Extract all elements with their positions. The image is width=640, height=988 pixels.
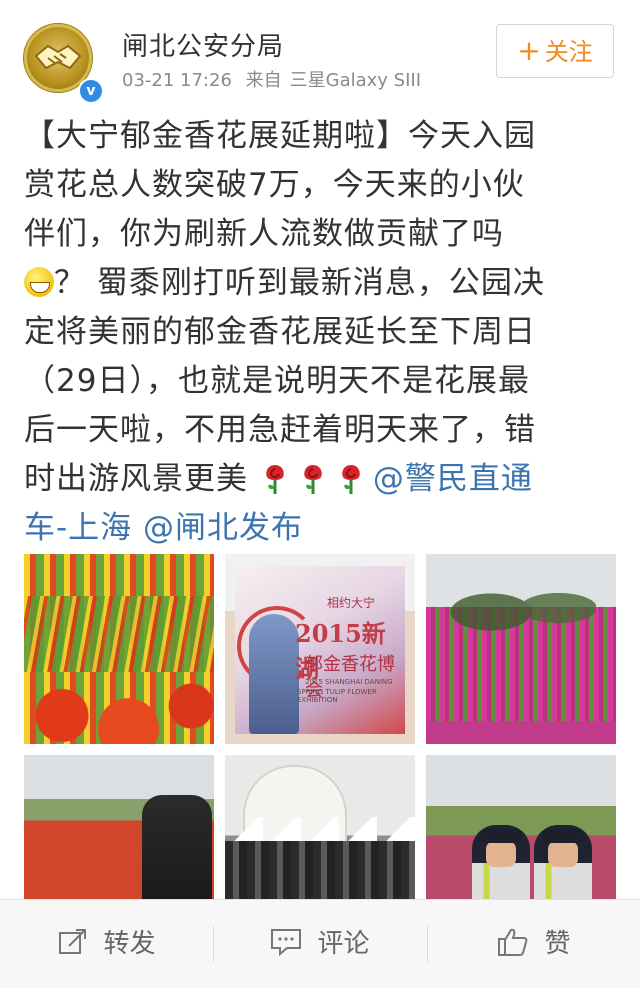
text-line: 后一天啦，不用急赶着明天来了，错 <box>24 412 536 448</box>
face <box>486 841 516 867</box>
repost-label: 转发 <box>103 929 156 959</box>
photo-thumbnail[interactable] <box>426 755 616 901</box>
action-bar: 转发 评论 赞 <box>0 899 640 988</box>
text-line: 车-上海 @闸北发布 <box>24 504 616 553</box>
repost-icon <box>59 929 87 954</box>
text-line: 伴们，你为刷新人流数做贡献了吗 <box>24 216 504 252</box>
poster-image: 相约大宁 2015新湖 郁金香花博会 2015 SHANGHAI DANING … <box>235 566 405 734</box>
verified-icon: v <box>78 78 104 104</box>
rose-icon <box>304 465 322 494</box>
poster-text: SPRING TULIP FLOWER EXHIBITION <box>297 688 377 704</box>
photo-thumbnail[interactable]: 相约大宁 2015新湖 郁金香花博会 2015 SHANGHAI DANING … <box>225 554 415 744</box>
cap <box>543 829 583 843</box>
photo-thumbnail[interactable] <box>426 554 616 744</box>
post-text: 【大宁郁金香花展延期啦】今天入园 赏花总人数突破7万，今天来的小伙 伴们，你为刷… <box>24 112 616 553</box>
text-line: 赏花总人数突破7万，今天来的小伙 <box>24 167 525 203</box>
smile-emoji-icon <box>24 267 54 297</box>
repost-button[interactable]: 转发 <box>0 900 213 988</box>
user-name[interactable]: 闸北公安分局 <box>122 26 284 63</box>
crowd <box>225 841 415 901</box>
post-header: v 闸北公安分局 03-21 17:26 来自 三星Galaxy SIII + 关注 <box>0 0 640 110</box>
text-line-part: 时出游风景更美 <box>24 461 248 497</box>
plus-icon: + <box>517 34 541 67</box>
text-line: （29日），也就是说明天不是花展最 <box>24 363 530 399</box>
photo-thumbnail[interactable] <box>24 755 214 901</box>
comment-label: 评论 <box>317 929 370 959</box>
comment-icon <box>271 929 302 957</box>
photo-thumbnail[interactable] <box>24 554 214 744</box>
poster-text: 2015 SHANGHAI DANING <box>305 678 393 686</box>
mention-link[interactable]: @闸北发布 <box>143 510 303 546</box>
cap <box>481 829 521 843</box>
text-line: 时出游风景更美 @警民直通 <box>24 455 616 504</box>
like-icon <box>498 928 528 956</box>
follow-button[interactable]: + 关注 <box>496 24 614 78</box>
vest <box>534 863 592 901</box>
mention-link[interactable]: @警民直通 <box>373 461 533 497</box>
like-button[interactable]: 赞 <box>427 900 640 988</box>
text-line: 【大宁郁金香花展延期啦】今天入园 <box>24 118 536 154</box>
rose-icon <box>342 465 360 494</box>
poster-figure <box>249 614 299 734</box>
rose-icon <box>266 465 284 494</box>
follow-label: 关注 <box>544 38 593 66</box>
text-line: ？ 蜀黍刚打听到最新消息，公园决 <box>24 259 616 308</box>
source-prefix: 来自 <box>245 70 282 91</box>
like-label: 赞 <box>544 929 571 959</box>
text-line-part: ？ 蜀黍刚打听到最新消息，公园决 <box>54 265 545 301</box>
handshake-icon <box>34 44 82 70</box>
text-line: 定将美丽的郁金香花展延长至下周日 <box>24 314 536 350</box>
photo-thumbnail[interactable] <box>225 755 415 901</box>
post-time: 03-21 17:26 <box>122 70 232 91</box>
comment-button[interactable]: 评论 <box>213 900 426 988</box>
poster-text: 相约大宁 <box>327 596 376 610</box>
vest <box>472 863 530 901</box>
face <box>548 841 578 867</box>
source-device: 三星Galaxy SIII <box>289 70 422 91</box>
post-meta: 03-21 17:26 来自 三星Galaxy SIII <box>122 66 429 92</box>
mention-link[interactable]: 车-上海 <box>24 510 132 546</box>
